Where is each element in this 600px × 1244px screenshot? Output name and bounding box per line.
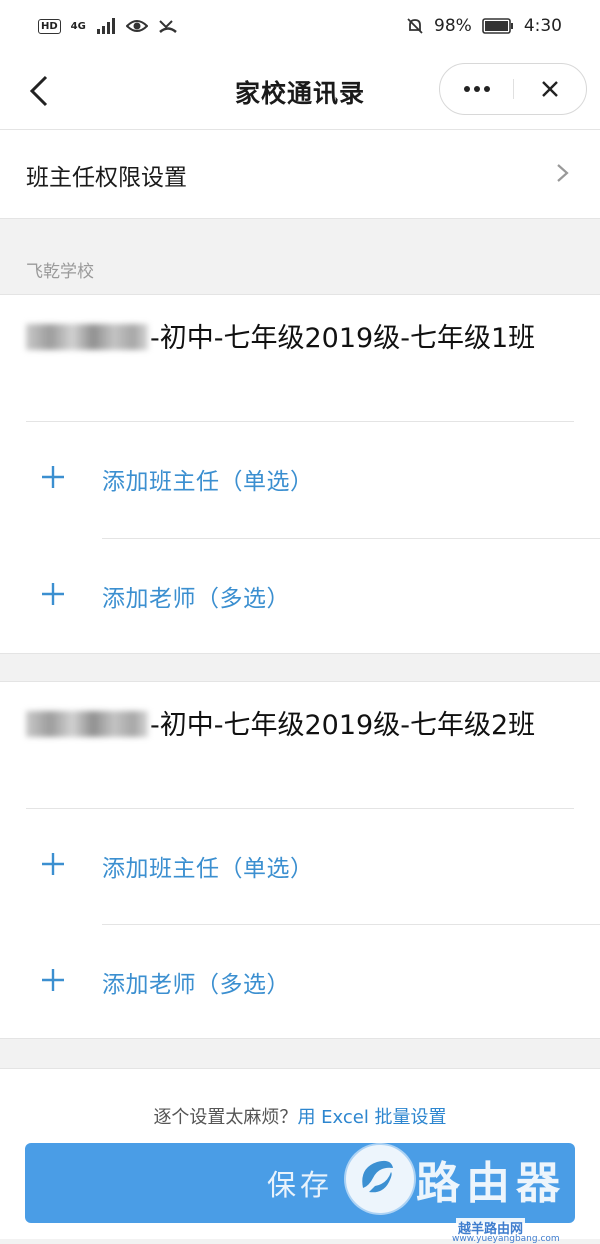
watermark-text: 路由器 [416,1158,566,1209]
more-button[interactable] [440,64,513,114]
add-teacher-label: 添加老师（多选） [102,972,290,998]
batch-hint: 逐个设置太麻烦？用 Excel 批量设置 [0,1103,600,1129]
status-left: HD 4G [38,17,178,35]
permission-label: 班主任权限设置 [26,165,187,191]
plus-icon [42,853,64,875]
swirl-icon [362,1160,393,1193]
excel-batch-link[interactable]: 用 Excel 批量设置 [297,1107,446,1128]
add-teacher-label: 添加老师（多选） [102,586,290,612]
close-icon [542,81,558,97]
hint-text: 逐个设置太麻烦？ [153,1107,298,1128]
blurred-school-name [26,711,148,737]
ellipsis-icon [463,86,490,92]
school-name: 飞乾学校 [26,262,94,282]
add-teacher-button[interactable]: 添加老师（多选） [0,539,600,654]
class-name-text: -初中-七年级2019级-七年级1班 [150,323,536,354]
chevron-right-icon [557,164,569,182]
chevron-left-icon [29,75,48,107]
head-teacher-permission-row[interactable]: 班主任权限设置 [0,130,600,219]
eye-icon [125,20,148,32]
mini-program-capsule [439,63,587,115]
battery-icon [482,18,513,34]
add-head-teacher-button[interactable]: 添加班主任（单选） [0,809,600,924]
status-right: 98% 4:30 [406,16,562,36]
watermark-circle [346,1145,414,1213]
watermark-logo: 路由器 越羊路由网 www.yueyangbang.com [346,1143,600,1244]
add-head-teacher-label: 添加班主任（单选） [102,856,314,882]
missed-call-icon [159,20,177,33]
battery-percent: 98% [434,16,472,36]
plus-icon [42,969,64,991]
back-button[interactable] [26,74,56,108]
hd-badge: HD [38,18,61,34]
add-head-teacher-label: 添加班主任（单选） [102,469,314,495]
class-name: -初中-七年级2019级-七年级2班 [26,702,574,750]
watermark-url: www.yueyangbang.com [452,1234,560,1244]
class-name-text: -初中-七年级2019级-七年级2班 [150,710,536,741]
signal-icon [96,18,115,34]
nav-bar: 家校通讯录 [0,52,600,130]
bell-off-icon [407,18,423,34]
close-button[interactable] [514,64,586,114]
status-bar: HD 4G 98% 4:30 [0,0,600,52]
blurred-school-name [26,324,148,350]
class-name: -初中-七年级2019级-七年级1班 [26,315,574,363]
class-card: -初中-七年级2019级-七年级1班 添加班主任（单选） 添加老师（多选） [0,294,600,654]
class-card-partial [0,1068,600,1090]
add-head-teacher-button[interactable]: 添加班主任（单选） [0,422,600,537]
network-label: 4G [70,20,86,32]
plus-icon [42,583,64,605]
class-card: -初中-七年级2019级-七年级2班 添加班主任（单选） 添加老师（多选） [0,681,600,1039]
add-teacher-button[interactable]: 添加老师（多选） [0,925,600,1040]
clock: 4:30 [523,16,562,36]
plus-icon [42,466,64,488]
